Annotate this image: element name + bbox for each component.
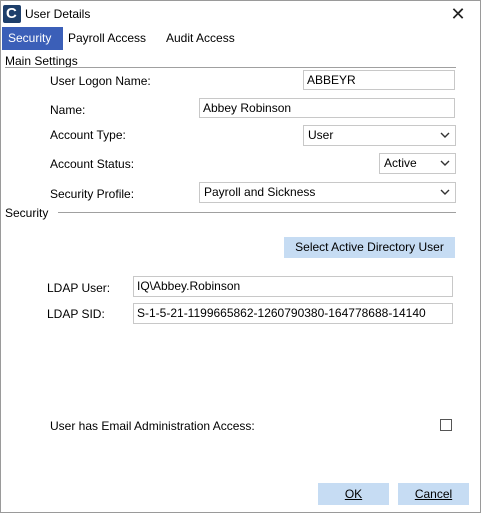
cancel-button-label: Cancel [414,487,453,501]
select-active-directory-user-button[interactable]: Select Active Directory User [284,237,455,258]
close-icon[interactable]: ✕ [445,3,471,27]
chevron-down-icon [440,132,450,138]
security-profile-label: Security Profile: [50,187,135,201]
account-status-value: Active [384,156,417,170]
account-status-select[interactable]: Active [379,153,456,174]
tab-audit-access[interactable]: Audit Access [160,27,241,50]
ldap-sid-label: LDAP SID: [47,307,105,321]
email-admin-label: User has Email Administration Access: [50,419,255,433]
security-divider [58,212,456,213]
email-admin-checkbox[interactable] [440,419,452,431]
chevron-down-icon [440,189,450,195]
ldap-user-label: LDAP User: [47,281,111,295]
main-settings-divider [5,67,456,68]
window-title: User Details [25,7,91,21]
ok-button-label: OK [344,487,363,501]
ldap-user-field[interactable]: IQ\Abbey.Robinson [133,276,453,297]
user-logon-name-label: User Logon Name: [50,74,151,88]
security-profile-value: Payroll and Sickness [204,185,316,199]
title-bar[interactable]: C User Details ✕ [1,1,480,28]
security-heading: Security [5,206,49,220]
name-label: Name: [50,103,86,117]
tab-security[interactable]: Security [2,27,63,50]
cancel-button[interactable]: Cancel [398,483,469,505]
tab-payroll-access[interactable]: Payroll Access [62,27,152,50]
chevron-down-icon [440,160,450,166]
main-settings-heading: Main Settings [5,54,78,68]
ok-button[interactable]: OK [318,483,389,505]
account-type-select[interactable]: User [303,125,456,146]
name-field[interactable]: Abbey Robinson [199,98,455,118]
account-type-value: User [308,128,334,142]
app-logo-icon: C [3,5,21,23]
user-logon-name-field[interactable]: ABBEYR [303,70,455,90]
security-profile-select[interactable]: Payroll and Sickness [199,182,456,203]
account-status-label: Account Status: [50,157,135,171]
account-type-label: Account Type: [50,128,126,142]
ldap-sid-field[interactable]: S-1-5-21-1199665862-1260790380-164778688… [133,303,453,324]
